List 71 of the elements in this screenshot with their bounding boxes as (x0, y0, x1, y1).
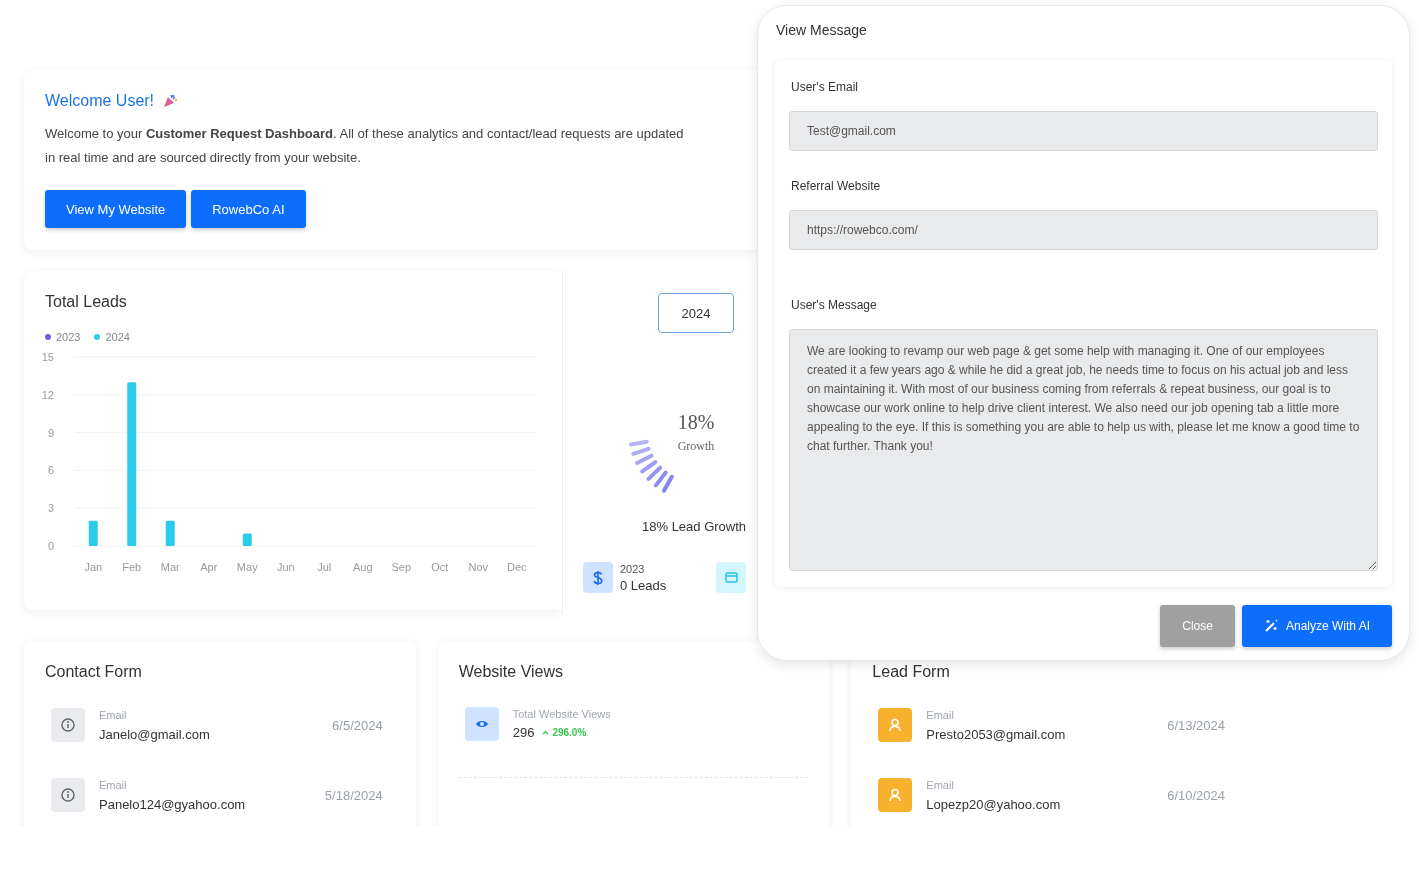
axis-label: May (236, 561, 258, 573)
axis-label: 15 (41, 351, 54, 363)
chart-bar (242, 533, 252, 546)
date-text: 6/13/2024 (1167, 717, 1225, 733)
email-text: Panelo124@gyahoo.com (99, 796, 247, 812)
message-field[interactable]: We are looking to revamp our web page & get some help with managing it. One of our employees created it a few years ago & while he did a great job, he needs time to focus on his actual job and less on maintaining it. With most of our business coming from referrals & repeat business, our goal is to showcase our work online to help drive client interest. We also need our job opening tab a little more appealing to the eye. If this is something you are able to help us with, please let me know a good time to chat further. Thank you! (789, 328, 1378, 571)
axis-label: 9 (47, 426, 54, 439)
email-text: Presto2053@gmail.com (926, 726, 1067, 742)
item-label: Email (99, 778, 128, 791)
info-icon (61, 718, 75, 732)
field-label: Referral Website (791, 178, 882, 193)
card-title: Lead Form (872, 663, 951, 681)
axis-label: Dec (506, 561, 527, 573)
card-title: Website Views (458, 663, 564, 681)
gauge-drawing (629, 439, 674, 493)
axis-label: 6 (47, 464, 54, 477)
growth-caption: 18% Lead Growth (642, 519, 748, 534)
axis-label: Apr (200, 561, 218, 573)
axis-label: 12 (41, 388, 54, 401)
axis-label: Jan (84, 561, 103, 573)
item-label: Email (926, 708, 955, 721)
party-icon (162, 93, 179, 109)
magic-wand-icon (1263, 619, 1278, 633)
welcome-title: Welcome User! (45, 92, 155, 110)
info-icon (61, 788, 75, 802)
axis-label: 0 (47, 540, 54, 552)
axis-label: Oct (431, 561, 449, 573)
axis-label: Mar (160, 561, 180, 573)
date-text: 6/10/2024 (1167, 787, 1225, 803)
card-title: Contact Form (45, 663, 143, 681)
views-label: Total Website Views (512, 708, 612, 720)
stat-value: 0 Leads (620, 577, 667, 593)
item-label: Email (99, 708, 128, 721)
views-change: 296.0% (552, 727, 587, 738)
card-title: Total Leads (45, 293, 128, 311)
field-label: User's Message (791, 297, 878, 312)
email-text: Lopezp20@yahoo.com (926, 796, 1062, 812)
axis-label: Feb (122, 561, 142, 573)
eye-icon (464, 707, 499, 741)
up-chevron-icon (542, 730, 550, 735)
link-button[interactable]: RowebCo AI (191, 190, 306, 228)
year-select[interactable]: 2024 (658, 293, 734, 333)
stat-year: 2023 (620, 562, 646, 575)
date-text: 5/18/2024 (324, 787, 383, 803)
analyze-button[interactable]: Analyze With AI (1241, 605, 1392, 647)
user-icon (888, 718, 903, 732)
welcome-text: Welcome to your Customer Request Dashboard. All of these analytics and contact/lead requests are updated in real time and are sourced directly from your website. (45, 125, 685, 167)
field-label: User's Email (791, 80, 859, 94)
axis-label: Aug (352, 561, 373, 573)
dialog-title: View Message (776, 22, 868, 38)
dollar-icon (583, 562, 613, 593)
date-text: 6/5/2024 (332, 717, 383, 733)
user-icon (888, 788, 903, 802)
legend-label: 2023 (56, 331, 81, 343)
text-field[interactable]: Test@gmail.com (789, 111, 1378, 151)
views-count: 296 (512, 725, 535, 740)
wallet-icon (716, 562, 747, 593)
text-field[interactable]: https://rowebco.com/ (789, 209, 1378, 250)
gauge-value: 18% (677, 411, 715, 433)
axis-label: Jun (276, 561, 295, 573)
email-text: Janelo@gmail.com (99, 726, 211, 742)
link-button[interactable]: View My Website (45, 190, 187, 228)
axis-label: Jul (317, 561, 332, 573)
axis-label: Sep (391, 561, 412, 573)
chart-bar (165, 520, 175, 546)
legend-label: 2024 (105, 331, 130, 343)
axis-label: 3 (47, 502, 54, 515)
axis-label: Nov (468, 561, 489, 573)
chart-bar (88, 520, 98, 546)
item-label: Email (926, 778, 955, 791)
gauge-label: Growth (677, 439, 715, 453)
